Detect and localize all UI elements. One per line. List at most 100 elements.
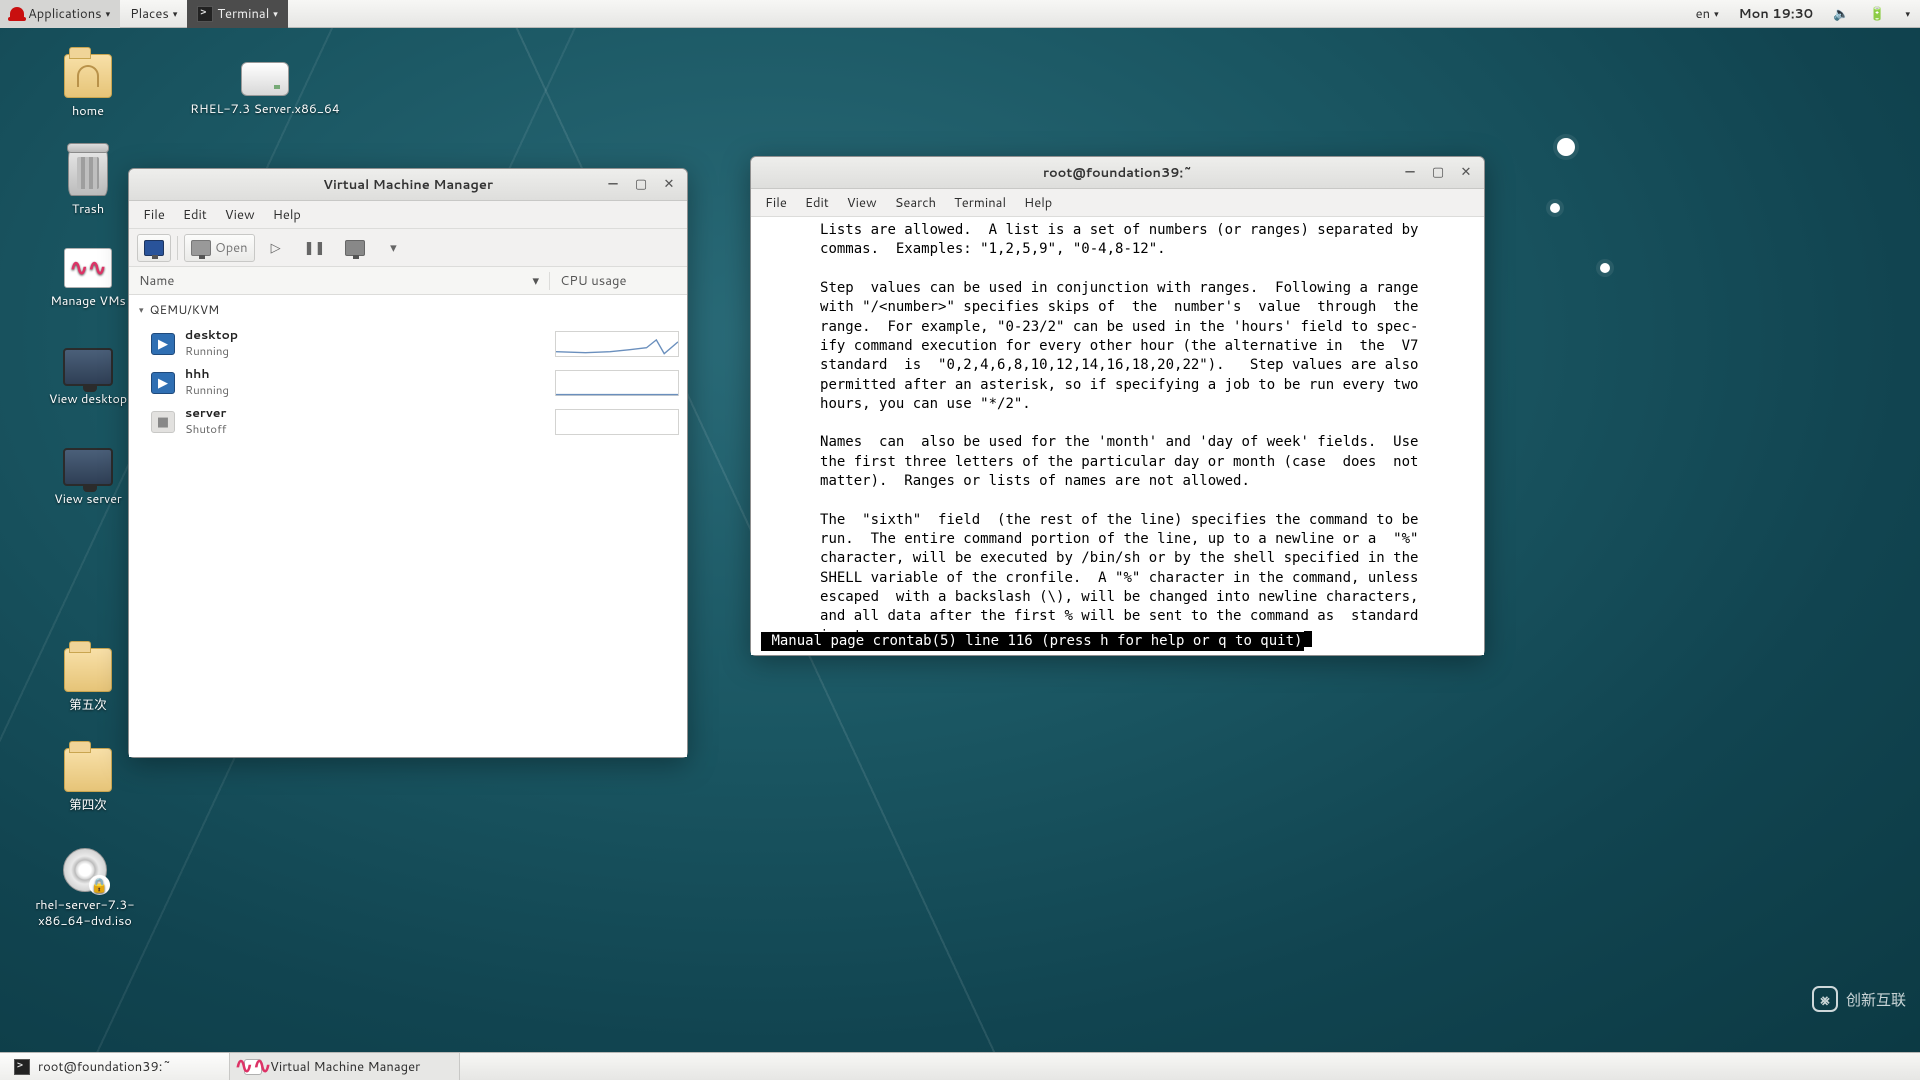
- monitor-icon: [191, 240, 211, 256]
- play-icon: ▶: [151, 372, 175, 394]
- folder-home-icon: [64, 54, 112, 98]
- display-icon: [63, 448, 113, 486]
- label: 第四次: [28, 798, 148, 814]
- menu-help[interactable]: Help: [265, 203, 309, 227]
- column-headers: Name ▾ CPU usage: [129, 267, 687, 295]
- toolbar: Open ▷ ❚❚ ▾: [129, 229, 687, 267]
- monitor-off-icon: [345, 240, 365, 256]
- chevron-down-icon: ▾: [273, 7, 278, 20]
- chevron-down-icon: ▾: [106, 7, 111, 20]
- window-vmm[interactable]: Virtual Machine Manager — ▢ ✕ File Edit …: [128, 168, 688, 758]
- vm-row[interactable]: ■serverShutoff: [129, 402, 687, 441]
- vmm-icon: [64, 248, 112, 288]
- desktop-icon-home[interactable]: home: [28, 54, 148, 120]
- close-button[interactable]: ✕: [1454, 161, 1478, 183]
- chevron-down-icon: ▾: [1714, 7, 1719, 20]
- bottom-panel: root@foundation39:~ Virtual Machine Mana…: [0, 1052, 1920, 1080]
- menu-search[interactable]: Search: [887, 191, 944, 215]
- desktop-icon-iso[interactable]: rhel-server-7.3-x86_64-dvd.iso: [10, 848, 160, 929]
- taskbar-item-terminal[interactable]: root@foundation39:~: [0, 1053, 230, 1080]
- shutdown-menu-button[interactable]: ▾: [378, 234, 408, 262]
- separator: [177, 236, 178, 260]
- expander-icon[interactable]: ▾: [139, 303, 144, 316]
- menu-terminal-active[interactable]: Terminal ▾: [187, 0, 287, 28]
- cpu-sparkline: [555, 409, 679, 435]
- label: Open: [215, 239, 248, 257]
- trash-icon: [68, 148, 108, 196]
- menu-applications[interactable]: Applications ▾: [0, 0, 120, 28]
- menu-file[interactable]: File: [757, 191, 795, 215]
- vm-state: Shutoff: [185, 420, 226, 437]
- system-menu-icon[interactable]: ▾: [1895, 0, 1920, 28]
- label: Virtual Machine Manager: [270, 1058, 420, 1076]
- man-status-line: Manual page crontab(5) line 116 (press h…: [761, 631, 1474, 651]
- folder-icon: [64, 648, 112, 692]
- new-vm-button[interactable]: [137, 234, 171, 262]
- taskbar-item-vmm[interactable]: Virtual Machine Manager: [230, 1053, 460, 1080]
- minimize-button[interactable]: —: [1398, 161, 1422, 183]
- battery-icon[interactable]: 🔋: [1859, 0, 1895, 28]
- monitor-icon: [144, 240, 164, 256]
- menu-edit[interactable]: Edit: [175, 203, 215, 227]
- menu-edit[interactable]: Edit: [797, 191, 837, 215]
- chevron-down-icon: ▾: [1905, 7, 1910, 20]
- window-title: Virtual Machine Manager: [323, 176, 493, 194]
- shutdown-button[interactable]: [338, 234, 372, 262]
- desktop[interactable]: home RHEL-7.3 Server.x86_64 Trash Manage…: [0, 28, 1920, 1052]
- label: Places: [130, 5, 169, 23]
- cpu-sparkline: [555, 370, 679, 396]
- label: en: [1696, 5, 1710, 23]
- vm-meta: hhhRunning: [185, 367, 545, 398]
- clock[interactable]: Mon 19:30: [1729, 0, 1824, 28]
- terminal-icon: [197, 6, 213, 22]
- status-text: Manual page crontab(5) line 116 (press h…: [761, 632, 1304, 651]
- vm-row[interactable]: ▶ desktopRunning: [129, 324, 687, 363]
- menu-view[interactable]: View: [839, 191, 885, 215]
- menubar: File Edit View Help: [129, 201, 687, 229]
- minimize-button[interactable]: —: [601, 173, 625, 195]
- man-page-text: Lists are allowed. A list is a set of nu…: [761, 222, 1418, 644]
- vm-row[interactable]: ▶ hhhRunning: [129, 363, 687, 402]
- play-button[interactable]: ▷: [261, 234, 291, 262]
- label: RHEL-7.3 Server.x86_64: [190, 102, 340, 118]
- connection-label: QEMU/KVM: [150, 301, 220, 318]
- menu-terminal[interactable]: Terminal: [946, 191, 1014, 215]
- volume-icon[interactable]: 🔈: [1823, 0, 1859, 28]
- open-console-button[interactable]: Open: [184, 234, 255, 262]
- terminal-output[interactable]: Lists are allowed. A list is a set of nu…: [751, 217, 1484, 655]
- titlebar[interactable]: Virtual Machine Manager — ▢ ✕: [129, 169, 687, 201]
- col-cpu[interactable]: CPU usage: [549, 272, 687, 290]
- terminal-icon: [14, 1059, 30, 1075]
- maximize-button[interactable]: ▢: [1426, 161, 1450, 183]
- label: rhel-server-7.3-x86_64-dvd.iso: [10, 898, 160, 929]
- cursor-icon: [1304, 631, 1312, 647]
- menu-file[interactable]: File: [135, 203, 173, 227]
- watermark-label: 创新互联: [1846, 989, 1906, 1010]
- sort-desc-icon[interactable]: ▾: [532, 272, 539, 290]
- menu-help[interactable]: Help: [1016, 191, 1060, 215]
- display-icon: [63, 348, 113, 386]
- desktop-icon-rhel-drive[interactable]: RHEL-7.3 Server.x86_64: [190, 54, 340, 118]
- window-terminal[interactable]: root@foundation39:~ — ▢ ✕ File Edit View…: [750, 156, 1485, 656]
- top-panel: Applications ▾ Places ▾ Terminal ▾ en ▾ Mon …: [0, 0, 1920, 28]
- label: Terminal: [217, 5, 269, 23]
- pause-button[interactable]: ❚❚: [297, 234, 333, 262]
- vm-meta: desktopRunning: [185, 328, 545, 359]
- col-name[interactable]: Name: [139, 272, 174, 290]
- connection-row[interactable]: ▾ QEMU/KVM: [129, 295, 687, 324]
- desktop-icon-folder4[interactable]: 第四次: [28, 748, 148, 814]
- menu-view[interactable]: View: [217, 203, 263, 227]
- wallpaper-node-icon: [1600, 263, 1610, 273]
- folder-icon: [64, 748, 112, 792]
- watermark-logo-icon: ⨳: [1812, 986, 1838, 1012]
- menu-places[interactable]: Places ▾: [120, 0, 187, 28]
- titlebar[interactable]: root@foundation39:~ — ▢ ✕: [751, 157, 1484, 189]
- maximize-button[interactable]: ▢: [629, 173, 653, 195]
- close-button[interactable]: ✕: [657, 173, 681, 195]
- input-language-indicator[interactable]: en ▾: [1686, 0, 1729, 28]
- label: Applications: [28, 5, 102, 23]
- play-icon: ▶: [151, 333, 175, 355]
- chevron-down-icon: ▾: [173, 7, 178, 20]
- chevron-down-icon: ▾: [390, 239, 397, 257]
- window-title: root@foundation39:~: [1043, 164, 1192, 182]
